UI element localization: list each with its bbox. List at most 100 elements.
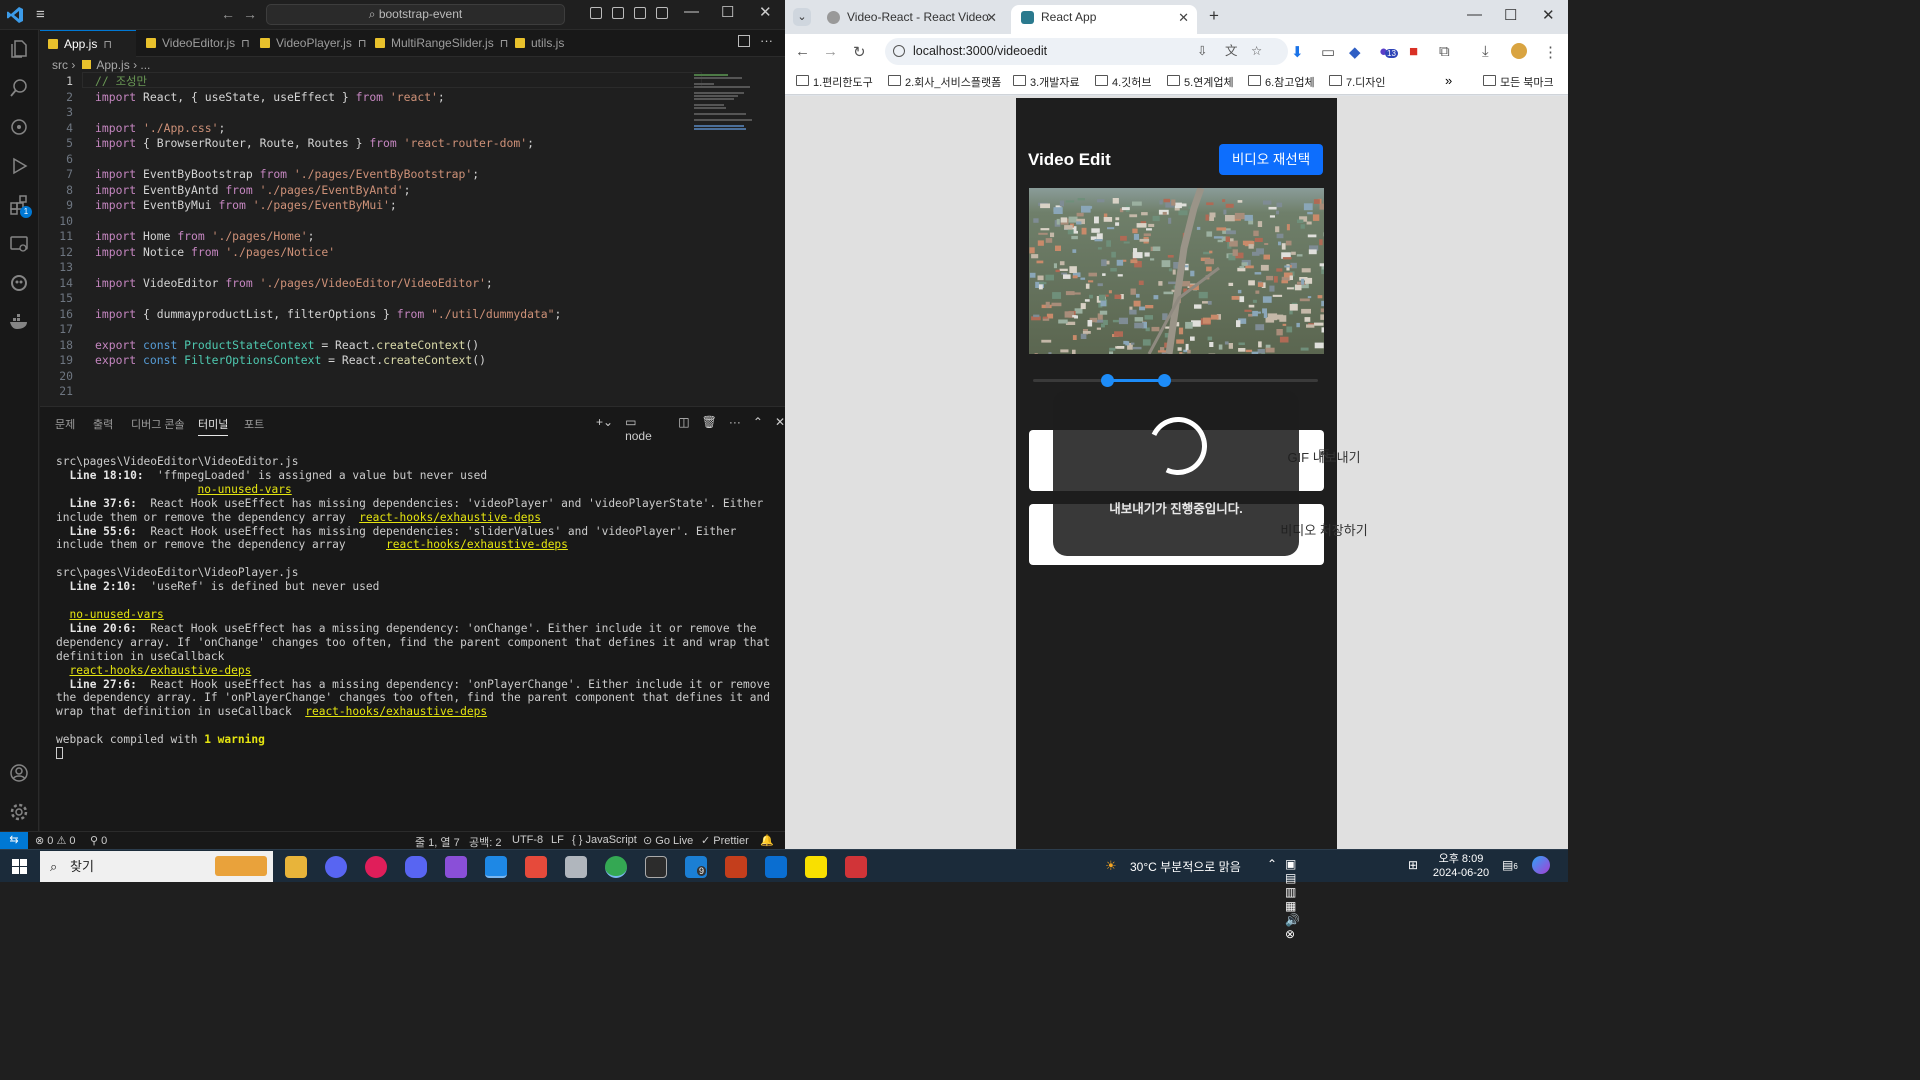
tab-debug-console[interactable]: 디버그 콘솔 (131, 416, 185, 432)
tab-videoeditor-js[interactable]: VideoEditor.js ⊓ (138, 30, 250, 57)
system-clock[interactable]: 오후 8:09 2024-06-20 (1430, 852, 1492, 880)
weather-text[interactable]: 30°C 부분적으로 맑음 (1130, 858, 1241, 875)
tab-output[interactable]: 출력 (93, 416, 113, 432)
extension-red-icon[interactable]: ■ (1409, 43, 1418, 60)
tab-terminal[interactable]: 터미널 (198, 416, 229, 436)
taskbar-search[interactable]: ⌕ 찾기 (40, 851, 273, 882)
chrome-menu-icon[interactable]: ⋮ (1543, 43, 1558, 61)
new-tab-button[interactable]: + (1209, 6, 1219, 26)
vscode-taskbar-icon[interactable] (485, 856, 507, 878)
slack-icon[interactable] (365, 856, 387, 878)
install-app-icon[interactable]: ⇩ (1197, 38, 1207, 65)
prettier-status[interactable]: ✓ Prettier (701, 834, 749, 847)
pin-icon[interactable]: ⊓ (358, 38, 367, 50)
kakaotalk-icon[interactable] (805, 856, 827, 878)
notifications-bell-icon[interactable]: 🔔 (760, 834, 774, 847)
remote-explorer-icon[interactable] (8, 233, 30, 255)
reselect-video-button[interactable]: 비디오 재선택 (1219, 144, 1323, 175)
site-info-icon[interactable] (893, 45, 905, 57)
toggle-secondary-sidebar-icon[interactable] (634, 7, 646, 19)
tool-icon[interactable] (565, 856, 587, 878)
maximize-panel-icon[interactable]: ⌃ (753, 415, 763, 443)
menu-icon[interactable]: ≡ (36, 6, 45, 23)
reload-icon[interactable]: ↻ (853, 43, 866, 61)
extension-download-icon[interactable]: ⬇ (1291, 43, 1304, 61)
accounts-icon[interactable] (8, 762, 30, 784)
extensions-puzzle-icon[interactable]: ⧉ (1439, 43, 1450, 60)
tray-app-icons[interactable]: ▣ ▤ ▥ ▦ 🔊 ⊗ (1285, 857, 1300, 941)
maximize-icon[interactable]: ☐ (721, 3, 734, 21)
extensions-icon[interactable]: 1 (8, 194, 32, 218)
maximize-icon[interactable]: ☐ (1504, 6, 1517, 24)
problems-status[interactable]: ⊗ 0 ⚠ 0 (35, 834, 75, 847)
tab-videoplayer-js[interactable]: VideoPlayer.js ⊓ (252, 30, 366, 57)
customize-layout-icon[interactable] (656, 7, 668, 19)
settings-gear-icon[interactable] (8, 801, 30, 823)
copilot-icon[interactable] (1532, 856, 1550, 874)
translate-icon[interactable]: 文 (1225, 38, 1238, 65)
pin-icon[interactable]: ⊓ (241, 38, 250, 50)
ime-icon[interactable]: ⊞ (1408, 858, 1418, 872)
discord-icon[interactable] (405, 856, 427, 878)
terminal-output[interactable]: src\pages\VideoEditor\VideoEditor.js Lin… (56, 455, 771, 763)
bookmark-folder[interactable]: 3.개발자료 (1013, 74, 1080, 90)
split-editor-icon[interactable] (738, 35, 750, 47)
minimap[interactable] (694, 74, 754, 164)
eol-status[interactable]: LF (551, 834, 564, 846)
profile-avatar[interactable] (1511, 43, 1527, 59)
video-player[interactable] (1029, 188, 1324, 354)
encoding-status[interactable]: UTF-8 (512, 834, 543, 846)
minimize-icon[interactable]: — (1467, 6, 1482, 23)
git-client-icon[interactable] (525, 856, 547, 878)
bookmark-folder[interactable]: 5.연계업체 (1167, 74, 1234, 90)
powerpoint-icon[interactable] (725, 856, 747, 878)
split-terminal-icon[interactable]: ◫ (678, 415, 689, 443)
trash-icon[interactable]: 🗑 (702, 415, 717, 443)
tab-multirangeslider-js[interactable]: MultiRangeSlider.js ⊓ (367, 30, 508, 57)
messenger-icon[interactable] (325, 856, 347, 878)
breadcrumb-file[interactable]: App.js (96, 58, 129, 72)
tab-utils-js[interactable]: utils.js (507, 30, 585, 57)
rule-link[interactable]: react-hooks/exhaustive-deps (386, 538, 568, 551)
extension-sidebar-icon[interactable]: ▭ (1321, 43, 1335, 61)
forward-icon[interactable]: → (823, 43, 838, 60)
toggle-panel-icon[interactable] (612, 7, 624, 19)
run-debug-icon[interactable] (8, 155, 30, 177)
bookmark-folder[interactable]: 7.디자인 (1329, 74, 1386, 90)
snipping-tool-icon[interactable] (645, 856, 667, 878)
close-tab-icon[interactable]: ✕ (986, 5, 997, 30)
back-icon[interactable]: ← (221, 6, 235, 22)
rule-link[interactable]: react-hooks/exhaustive-deps (69, 664, 251, 677)
bookmark-folder[interactable]: 2.회사_서비스플랫폼 (888, 74, 1001, 90)
file-explorer-icon[interactable] (285, 856, 307, 878)
tab-search-icon[interactable]: ⌄ (793, 8, 811, 26)
explorer-icon[interactable] (8, 38, 30, 60)
ports-status[interactable]: ⚲ 0 (90, 834, 107, 847)
breadcrumb-folder[interactable]: src (52, 58, 68, 72)
close-icon[interactable]: ✕ (1542, 6, 1555, 24)
bookmark-folder[interactable]: 1.편리한도구 (796, 74, 873, 90)
go-live-button[interactable]: ⊙ Go Live (643, 834, 693, 847)
notifications-icon[interactable]: ▤6 (1502, 858, 1518, 872)
docker-icon[interactable] (8, 311, 30, 333)
vscode-alt-icon[interactable]: 9 (685, 856, 707, 878)
command-center-search[interactable]: ⌕ bootstrap-event (266, 4, 565, 25)
cursor-position[interactable]: 줄 1, 열 7 (415, 834, 460, 850)
code-editor[interactable]: 1 // 조성만 2 import React, { useState, useEff… (40, 72, 785, 402)
search-icon[interactable] (8, 77, 30, 99)
app-purple-icon[interactable] (445, 856, 467, 878)
close-icon[interactable]: ✕ (759, 3, 772, 21)
extension-bird-icon[interactable]: ◆ (1349, 43, 1361, 61)
toggle-sidebar-icon[interactable] (590, 7, 602, 19)
rule-link[interactable]: react-hooks/exhaustive-deps (359, 511, 541, 524)
rule-link[interactable]: react-hooks/exhaustive-deps (305, 705, 487, 718)
tab-app-js[interactable]: App.js ⊓ (40, 30, 136, 57)
address-bar[interactable]: localhost:3000/videoedit ⇩ 文 ☆ (885, 38, 1288, 65)
browser-tab-video-react[interactable]: Video-React - React Video Co ✕ (817, 5, 1005, 49)
range-slider-track[interactable] (1033, 379, 1318, 382)
chrome-taskbar-icon[interactable] (605, 856, 627, 878)
indentation-status[interactable]: 공백: 2 (469, 834, 501, 850)
downloads-icon[interactable]: ⤓ (1482, 43, 1489, 60)
editor-scrollbar[interactable] (775, 72, 785, 402)
terminal-shell-icon[interactable]: ▭ node (625, 415, 666, 443)
